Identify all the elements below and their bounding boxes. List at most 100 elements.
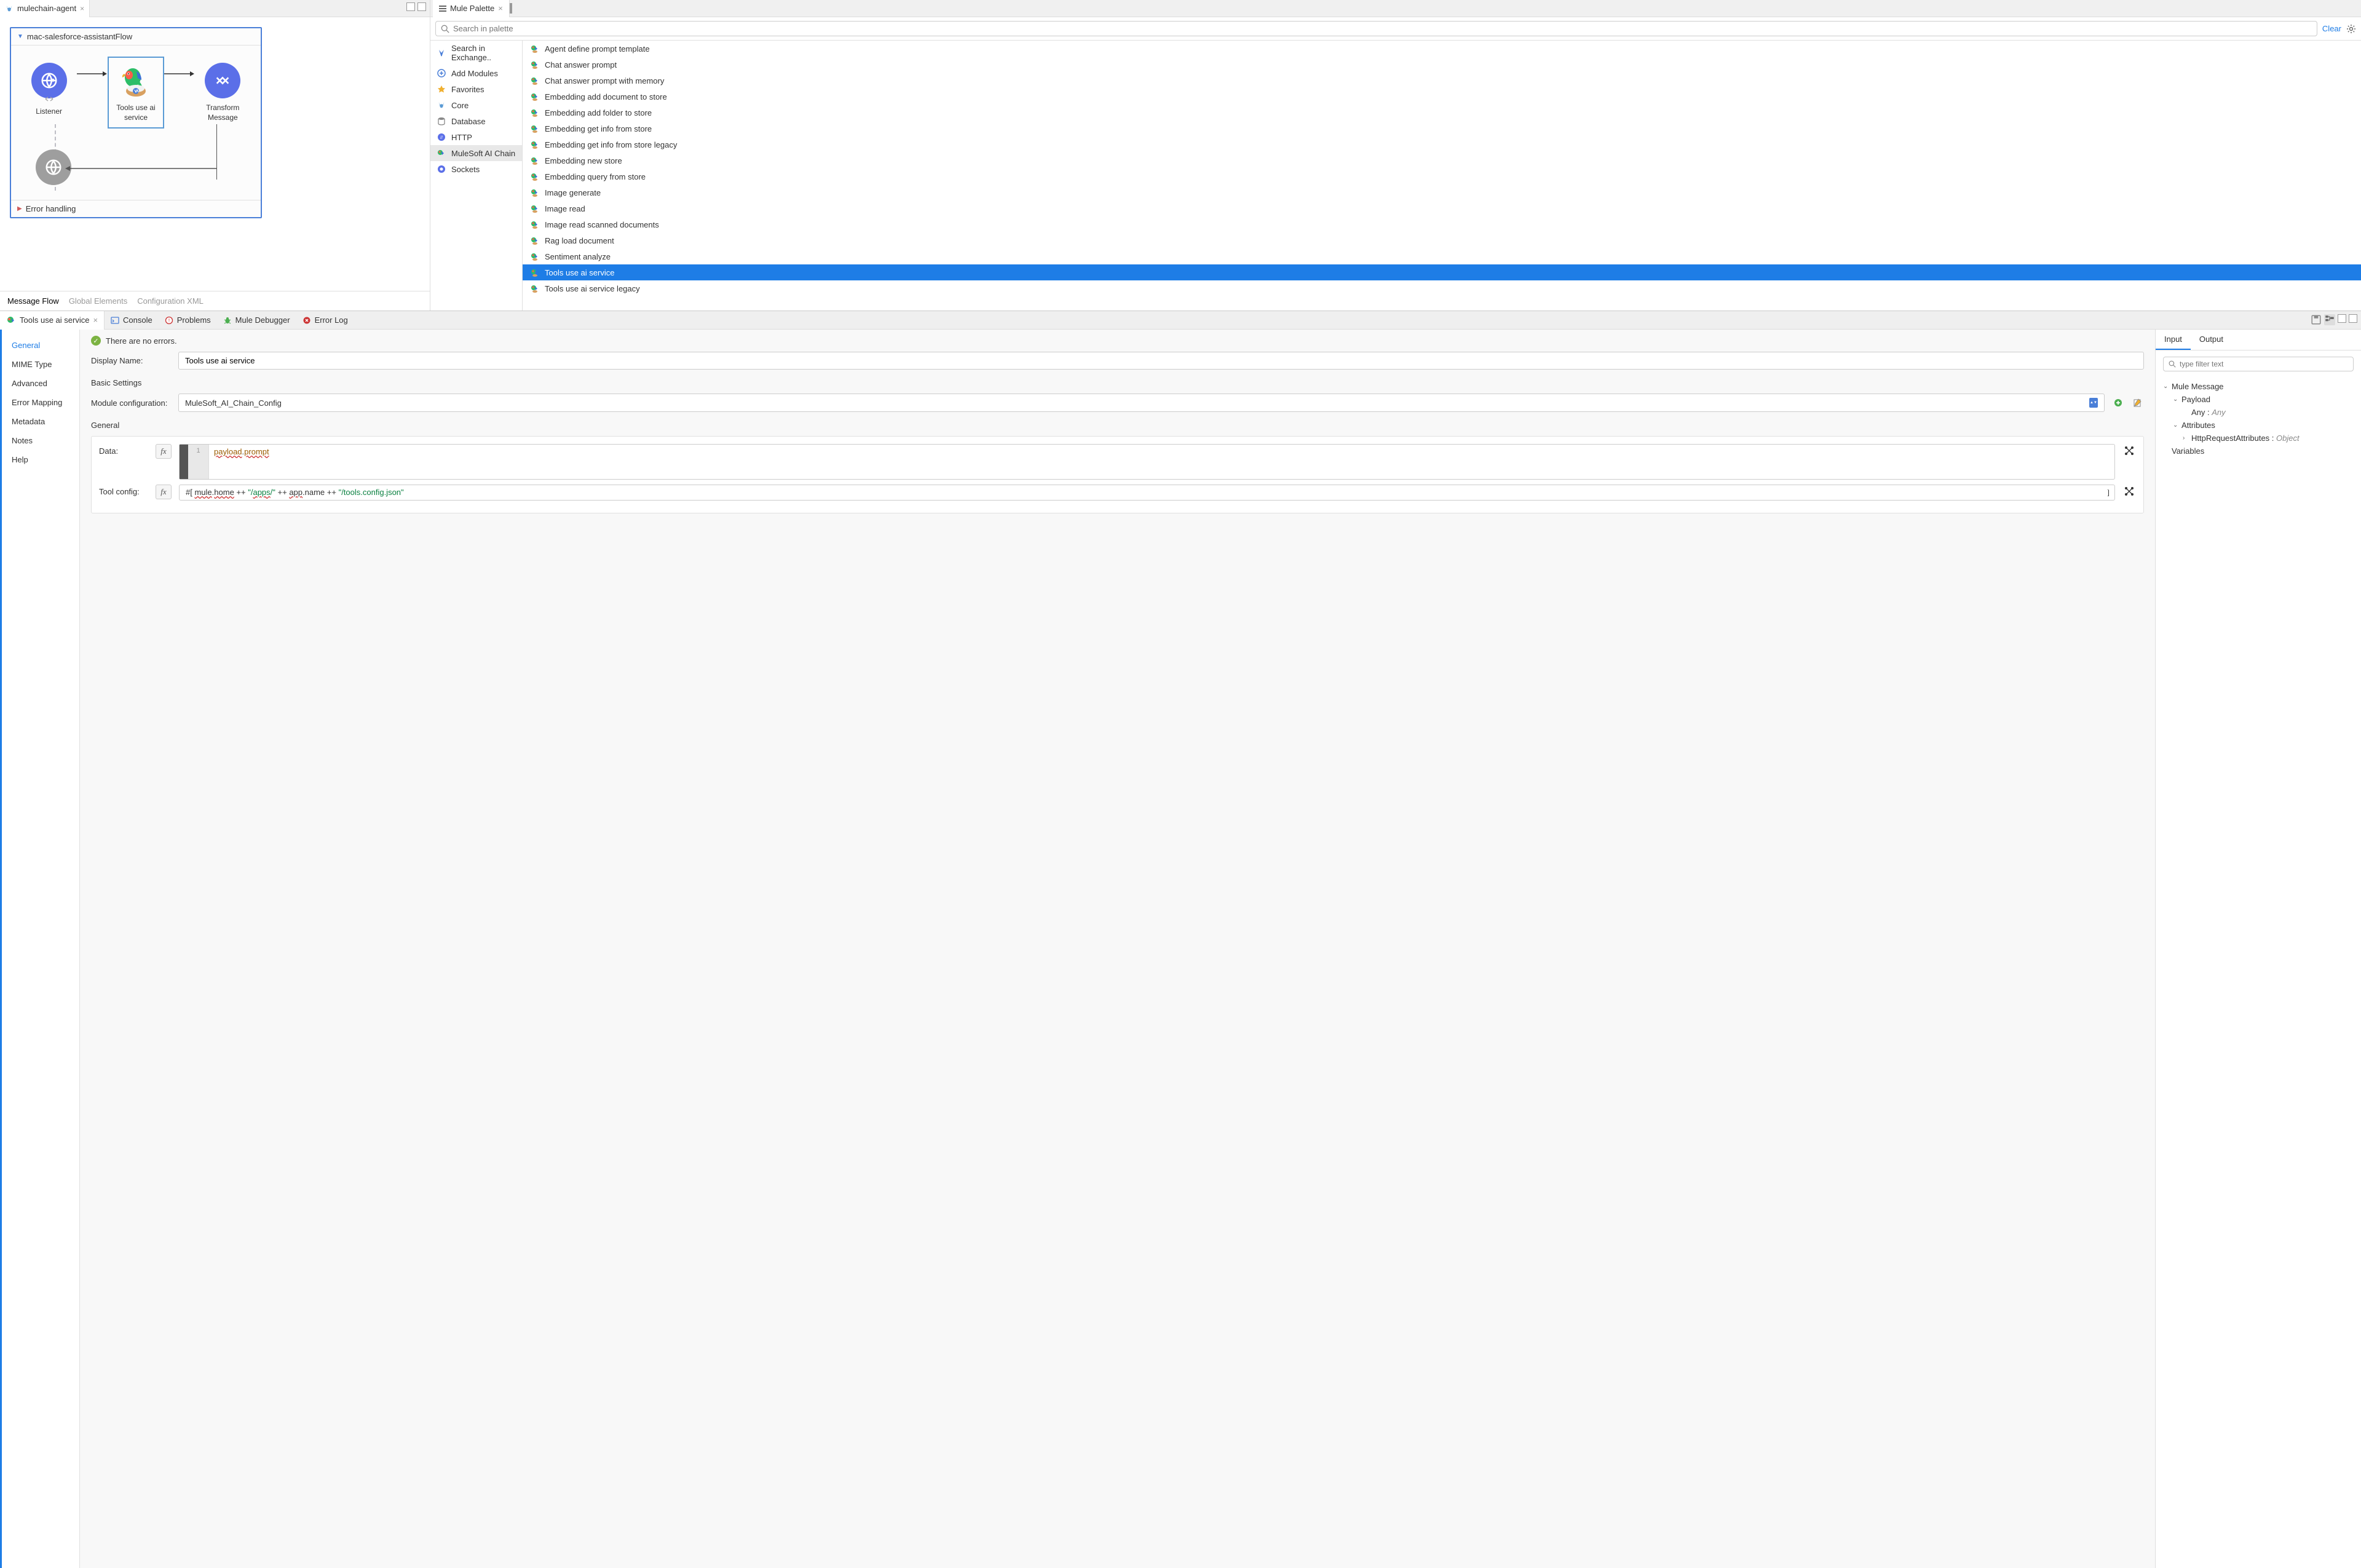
palette-search-box[interactable] — [435, 21, 2317, 36]
properties-sidebar-item[interactable]: Advanced — [2, 374, 79, 393]
properties-sidebar: GeneralMIME TypeAdvancedError MappingMet… — [0, 330, 80, 1568]
editor-tab[interactable]: mulechain-agent × — [0, 0, 90, 17]
operation-icon — [530, 283, 540, 293]
palette-operation-item[interactable]: Image read — [523, 200, 2361, 216]
maximize-button[interactable] — [511, 3, 512, 14]
palette-category-item[interactable]: Add Modules — [430, 65, 522, 81]
palette-operation-item[interactable]: Embedding add document to store — [523, 89, 2361, 105]
error-handling-row[interactable]: ▶ Error handling — [11, 200, 261, 217]
palette-category-item[interactable]: Search in Exchange.. — [430, 41, 522, 65]
operation-icon — [530, 92, 540, 101]
add-config-button[interactable] — [2112, 397, 2124, 409]
tab-message-flow[interactable]: Message Flow — [7, 296, 59, 306]
transform-node[interactable]: Transform Message — [195, 57, 251, 129]
operation-icon — [530, 172, 540, 181]
tree-item[interactable]: ›HttpRequestAttributes : Object — [2163, 432, 2354, 445]
edit-config-button[interactable] — [2132, 397, 2144, 409]
operation-icon — [530, 220, 540, 229]
outline-tabs: Input Output — [2156, 330, 2361, 350]
tab-config-xml[interactable]: Configuration XML — [137, 296, 204, 306]
properties-sidebar-item[interactable]: Help — [2, 450, 79, 469]
close-icon[interactable]: × — [498, 4, 503, 13]
tab-output[interactable]: Output — [2191, 330, 2232, 350]
palette-operation-item[interactable]: Chat answer prompt with memory — [523, 73, 2361, 89]
palette-operation-item[interactable]: Agent define prompt template — [523, 41, 2361, 57]
tab-error-log[interactable]: Error Log — [296, 311, 354, 330]
palette-category-item[interactable]: //HTTP — [430, 129, 522, 145]
palette-category-item[interactable]: Favorites — [430, 81, 522, 97]
flow-header[interactable]: ▼ mac-salesforce-assistantFlow — [11, 28, 261, 46]
tree-item[interactable]: ⌄Attributes — [2163, 419, 2354, 432]
operation-icon — [530, 267, 540, 277]
save-icon[interactable] — [2311, 314, 2322, 325]
properties-sidebar-item[interactable]: Metadata — [2, 412, 79, 431]
close-icon[interactable]: × — [80, 4, 84, 13]
module-config-select[interactable]: MuleSoft_AI_Chain_Config ▲▼ — [178, 394, 2105, 412]
tab-input[interactable]: Input — [2156, 330, 2191, 350]
properties-tab-label: Tools use ai service — [20, 315, 89, 325]
maximize-button[interactable] — [417, 2, 426, 11]
properties-sidebar-item[interactable]: Error Mapping — [2, 393, 79, 412]
flow-container[interactable]: ▼ mac-salesforce-assistantFlow Listener — [10, 27, 262, 218]
map-button[interactable] — [2122, 444, 2136, 457]
tree-item[interactable]: ⌄Mule Message — [2163, 380, 2354, 393]
tab-console[interactable]: Console — [105, 311, 159, 330]
module-config-label: Module configuration: — [91, 398, 171, 408]
gear-icon[interactable] — [2346, 24, 2356, 34]
palette-operation-item[interactable]: Embedding new store — [523, 152, 2361, 168]
tree-icon[interactable] — [2324, 314, 2335, 325]
display-name-input[interactable] — [178, 352, 2144, 370]
bug-icon — [223, 316, 232, 325]
fx-button[interactable]: fx — [156, 485, 172, 499]
operation-icon — [530, 251, 540, 261]
listener-node[interactable]: Listener — [21, 57, 77, 123]
outline-tree: ⌄Mule Message⌄PayloadAny : Any⌄Attribute… — [2156, 378, 2361, 460]
fx-button[interactable]: fx — [156, 444, 172, 459]
data-code-editor[interactable]: 1 payload.prompt — [179, 444, 2115, 480]
palette-operation-item[interactable]: Rag load document — [523, 232, 2361, 248]
palette-category-item[interactable]: Database — [430, 113, 522, 129]
palette-category-list: Search in Exchange..Add ModulesFavorites… — [430, 41, 523, 311]
palette-operation-item[interactable]: Chat answer prompt — [523, 57, 2361, 73]
palette-category-item[interactable]: Core — [430, 97, 522, 113]
tab-global-elements[interactable]: Global Elements — [69, 296, 127, 306]
category-icon: // — [437, 132, 446, 142]
minimize-button[interactable] — [2338, 314, 2346, 323]
palette-operation-item[interactable]: Tools use ai service legacy — [523, 280, 2361, 296]
flow-canvas[interactable]: ▼ mac-salesforce-assistantFlow Listener — [0, 17, 430, 291]
palette-category-item[interactable]: MuleSoft AI Chain — [430, 145, 522, 161]
properties-sidebar-item[interactable]: General — [2, 336, 79, 355]
properties-tab[interactable]: Tools use ai service × — [0, 311, 105, 330]
operation-icon — [530, 76, 540, 85]
palette-operation-item[interactable]: Embedding add folder to store — [523, 105, 2361, 121]
tree-item[interactable]: Any : Any — [2163, 406, 2354, 419]
chevron-down-icon: ⌄ — [2173, 422, 2179, 429]
tab-problems[interactable]: ! Problems — [159, 311, 217, 330]
clear-link[interactable]: Clear — [2322, 24, 2341, 33]
outline-filter-input[interactable] — [2180, 360, 2348, 368]
palette-operation-item[interactable]: Embedding query from store — [523, 168, 2361, 184]
maximize-button[interactable] — [2349, 314, 2357, 323]
close-icon[interactable]: × — [93, 315, 98, 325]
outline-filter-box[interactable] — [2163, 357, 2354, 371]
tools-use-ai-node[interactable]: Tools use ai service — [108, 57, 164, 129]
palette-operation-item[interactable]: Embedding get info from store — [523, 121, 2361, 137]
palette-operation-item[interactable]: Image generate — [523, 184, 2361, 200]
operation-icon — [530, 60, 540, 69]
map-button[interactable] — [2122, 485, 2136, 498]
palette-tab[interactable]: Mule Palette × — [433, 0, 510, 17]
palette-category-item[interactable]: Sockets — [430, 161, 522, 177]
properties-sidebar-item[interactable]: MIME Type — [2, 355, 79, 374]
tree-item[interactable]: Variables — [2163, 445, 2354, 457]
display-name-label: Display Name: — [91, 356, 171, 365]
palette-operation-item[interactable]: Sentiment analyze — [523, 248, 2361, 264]
palette-search-input[interactable] — [453, 24, 2312, 33]
tree-item[interactable]: ⌄Payload — [2163, 393, 2354, 406]
minimize-button[interactable] — [406, 2, 415, 11]
properties-sidebar-item[interactable]: Notes — [2, 431, 79, 450]
tab-mule-debugger[interactable]: Mule Debugger — [217, 311, 296, 330]
palette-operation-item[interactable]: Image read scanned documents — [523, 216, 2361, 232]
tool-config-editor[interactable]: #[ mule.home ++ "/apps/" ++ app.name ++ … — [179, 485, 2115, 501]
palette-operation-item[interactable]: Tools use ai service — [523, 264, 2361, 280]
palette-operation-item[interactable]: Embedding get info from store legacy — [523, 137, 2361, 152]
